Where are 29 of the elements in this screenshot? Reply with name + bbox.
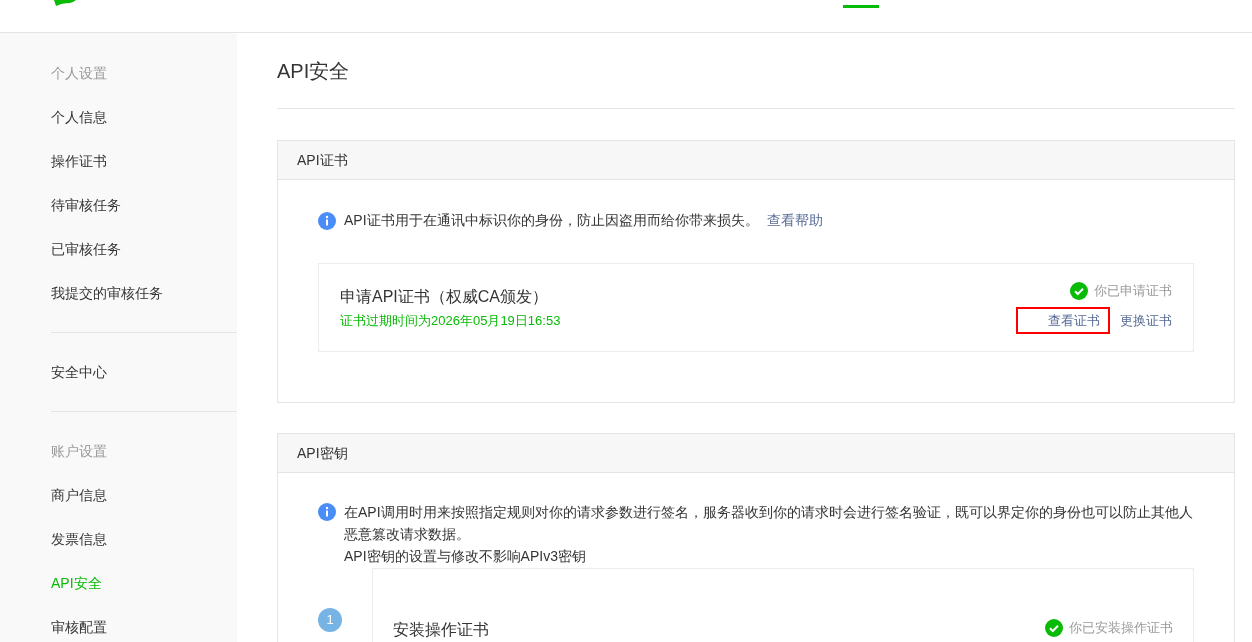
- status-text: 你已安装操作证书: [1069, 619, 1173, 637]
- sidebar-item[interactable]: 审核配置: [51, 605, 237, 642]
- step-title: 安装操作证书: [393, 620, 489, 640]
- sidebar-item[interactable]: 我提交的审核任务: [51, 271, 237, 315]
- sidebar-section-title: 个人设置: [51, 64, 108, 83]
- logo-icon: [52, 0, 76, 6]
- info-text: 在API调用时用来按照指定规则对你的请求参数进行签名，服务器收到你的请求时会进行签名验证，既可以界定你的身份也可以防止其他人恶意篡改请求数据。: [344, 503, 1194, 544]
- certificate-link[interactable]: 更换证书: [1120, 306, 1172, 334]
- sidebar-section-title: 账户设置: [51, 442, 108, 461]
- sidebar-item[interactable]: 安全中心: [51, 350, 237, 394]
- help-link[interactable]: 查看帮助: [766, 210, 823, 231]
- card-title: API证书: [297, 150, 348, 170]
- sidebar-item[interactable]: 待审核任务: [51, 183, 237, 227]
- sidebar-item[interactable]: 商户信息: [51, 473, 237, 517]
- card-title: API密钥: [297, 443, 348, 463]
- info-icon: [318, 211, 336, 230]
- sidebar-item[interactable]: 个人信息: [51, 95, 237, 139]
- page-title: API安全: [277, 58, 350, 84]
- sidebar-item[interactable]: 操作证书: [51, 139, 237, 183]
- step-number: 1: [318, 608, 342, 632]
- certificate-title: 申请API证书（权威CA颁发）: [340, 286, 549, 307]
- sidebar-item[interactable]: 已审核任务: [51, 227, 237, 271]
- info-icon: [318, 503, 336, 521]
- certificate-link[interactable]: 查看证书: [1016, 306, 1110, 334]
- info-text: API密钥的设置与修改不影响APIv3密钥: [344, 547, 587, 566]
- info-text: API证书用于在通讯中标识你的身份，防止因盗用而给你带来损失。: [344, 211, 759, 230]
- expiry-text: 证书过期时间为2026年05月19日16:53: [340, 311, 561, 330]
- status-text: 你已申请证书: [1094, 282, 1172, 300]
- sidebar-item[interactable]: 发票信息: [51, 517, 237, 561]
